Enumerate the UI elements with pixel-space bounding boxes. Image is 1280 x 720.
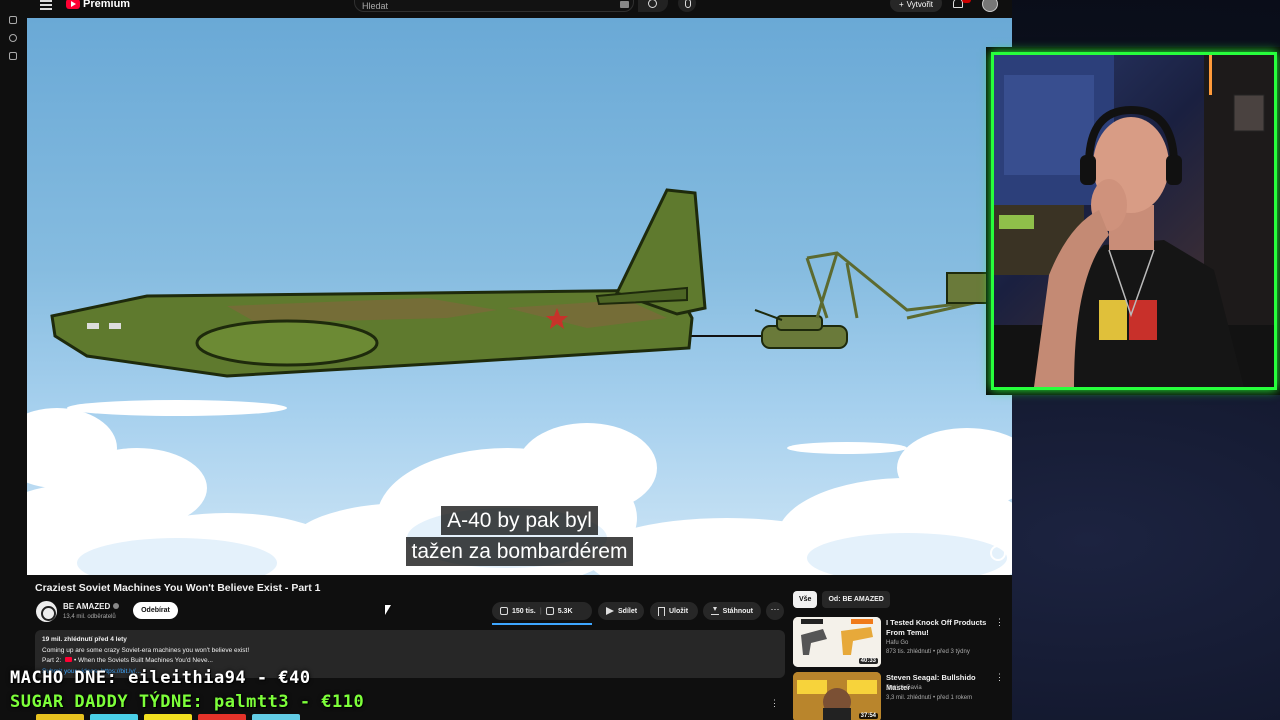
dislike-icon[interactable] <box>545 607 554 615</box>
kebab-menu-icon[interactable]: ⋮ <box>770 698 779 709</box>
recommendation-meta: 3,3 mil. zhlédnutí • před 1 rokem <box>886 695 973 701</box>
gear-icon[interactable] <box>990 545 1006 561</box>
recommendation-thumbnail[interactable]: 37:54 <box>793 672 881 720</box>
recommendation-thumbnail[interactable]: 40:33 <box>793 617 881 667</box>
subscribe-button[interactable]: Odebírat <box>133 602 178 619</box>
channel-avatar[interactable] <box>36 601 57 622</box>
logo-text: Premium <box>83 0 131 10</box>
search-button[interactable] <box>638 0 668 12</box>
hamburger-menu-icon[interactable] <box>40 0 52 10</box>
part-label: Part 2: <box>42 657 62 664</box>
bottom-thumb[interactable] <box>198 714 246 720</box>
kebab-menu-icon[interactable]: ⋮ <box>995 672 1004 683</box>
left-rail <box>0 0 26 720</box>
duration-badge: 40:33 <box>858 658 878 664</box>
save-label: Uložit <box>669 607 689 615</box>
description-line-1: Coming up are some crazy Soviet-era mach… <box>42 646 250 654</box>
subtitles: A-40 by pak byl tažen za bombardérem <box>27 506 1012 568</box>
verified-icon <box>113 603 120 609</box>
subscriber-count: 13,4 mil. odběratelů <box>63 614 116 620</box>
recommendation-item[interactable]: 37:54 Steven Seagal: Bullshido Master Pa… <box>793 672 1008 720</box>
like-divider: | <box>539 607 542 615</box>
notification-badge: 9+ <box>962 0 971 3</box>
share-icon <box>606 607 614 615</box>
kebab-menu-icon[interactable]: ⋮ <box>995 617 1004 628</box>
channel-name[interactable]: BE AMAZED <box>63 602 120 611</box>
library-icon[interactable] <box>9 16 17 24</box>
download-label: Stáhnout <box>722 607 753 615</box>
youtube-play-icon <box>66 0 80 9</box>
download-button[interactable]: Stáhnout <box>703 602 761 620</box>
webcam-feed <box>991 52 1277 390</box>
webcam-overlay <box>986 47 1280 395</box>
recommendation-meta: 873 tis. zhlédnutí • před 3 týdny <box>886 649 970 655</box>
chip-all[interactable]: Vše <box>793 591 818 608</box>
top-bar: Premium Hledat +Vytvořit 9+ <box>0 0 1012 14</box>
video-frame <box>27 188 1012 575</box>
share-label: Sdílet <box>618 607 638 615</box>
like-icon[interactable] <box>500 607 508 615</box>
part-link[interactable]: • When the Soviets Built Machines You'd … <box>74 657 213 664</box>
youtube-window: Premium Hledat +Vytvořit 9+ <box>0 0 1012 720</box>
recommendation-channel[interactable]: Patrick Gavia <box>886 685 922 691</box>
bottom-thumb[interactable] <box>144 714 192 720</box>
sidebar-filter-chips: Vše Od: BE AMAZED <box>793 591 890 608</box>
duration-badge: 37:54 <box>858 713 878 719</box>
subtitle-line-1: A-40 by pak byl <box>441 506 598 535</box>
star-icon[interactable] <box>9 52 17 60</box>
channel-name-text: BE AMAZED <box>63 602 111 611</box>
microphone-icon[interactable] <box>678 0 696 12</box>
video-player[interactable]: A-40 by pak byl tažen za bombardérem <box>27 18 1012 575</box>
youtube-logo[interactable]: Premium <box>66 0 130 10</box>
recommendation-title[interactable]: I Tested Knock Off Products From Temu! <box>886 618 998 638</box>
subtitle-line-2: tažen za bombardérem <box>405 537 634 566</box>
stream-scene: Premium Hledat +Vytvořit 9+ <box>0 0 1280 720</box>
plus-icon: + <box>898 0 904 9</box>
account-avatar[interactable] <box>982 0 998 12</box>
like-ratio-bar <box>492 623 592 625</box>
bottom-thumbnails <box>36 714 300 720</box>
like-count[interactable]: 150 tis. <box>512 608 536 615</box>
chip-from-channel[interactable]: Od: BE AMAZED <box>822 591 890 608</box>
download-icon <box>711 607 719 615</box>
top-donor-text: MACHO DNE: eileithia94 - €40 <box>10 668 311 688</box>
bottom-thumb[interactable] <box>252 714 300 720</box>
bottom-thumb[interactable] <box>90 714 138 720</box>
dislike-count[interactable]: 5.3K <box>558 608 573 615</box>
recommendation-channel[interactable]: Hafu Go <box>886 640 908 646</box>
share-button[interactable]: Sdílet <box>598 602 644 620</box>
save-icon <box>658 606 665 616</box>
view-stats: 19 mil. zhlédnutí před 4 lety <box>42 636 127 643</box>
keyboard-icon[interactable] <box>620 1 629 8</box>
weekly-donor-text: SUGAR DADDY TÝDNE: palmtt3 - €110 <box>10 692 365 712</box>
search-placeholder: Hledat <box>362 1 389 11</box>
more-actions-button[interactable]: ··· <box>766 602 784 620</box>
create-button[interactable]: + Vytvořit <box>890 0 942 12</box>
video-title: Craziest Soviet Machines You Won't Belie… <box>35 582 321 594</box>
description-line-2: Part 2: • When the Soviets Built Machine… <box>42 656 778 667</box>
recommendation-item[interactable]: 40:33 I Tested Knock Off Products From T… <box>793 617 1008 667</box>
like-dislike-group: 150 tis. | 5.3K <box>492 602 592 620</box>
create-label: Vytvořit <box>906 0 934 9</box>
history-icon[interactable] <box>9 34 17 42</box>
search-input[interactable]: Hledat <box>354 0 634 12</box>
save-button[interactable]: Uložit <box>650 602 698 620</box>
webcam-scene <box>994 55 1274 387</box>
youtube-mini-icon <box>64 657 72 662</box>
mouse-cursor-icon <box>385 605 391 615</box>
bottom-thumb[interactable] <box>36 714 84 720</box>
